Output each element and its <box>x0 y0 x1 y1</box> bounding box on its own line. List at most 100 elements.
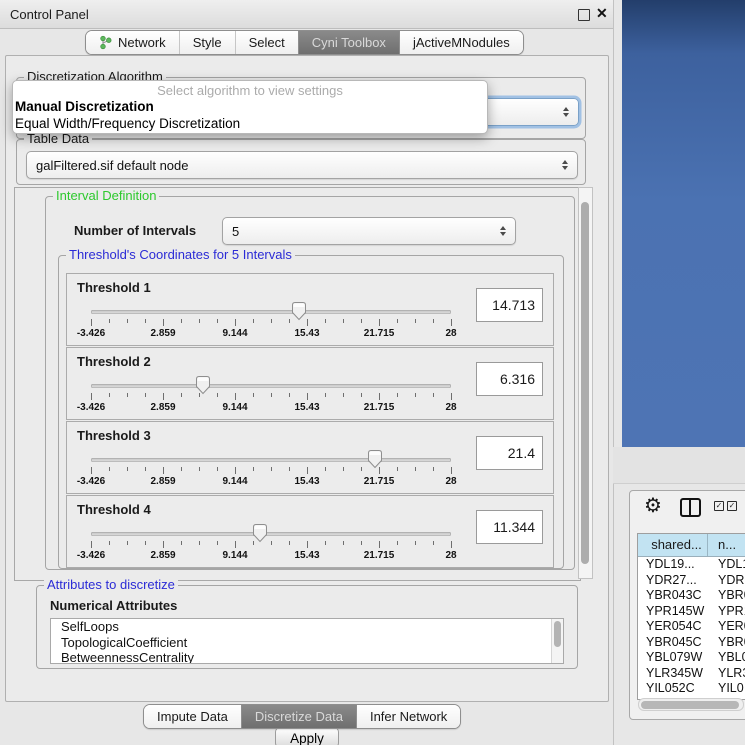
split-columns-icon[interactable] <box>680 498 701 517</box>
table-row[interactable]: YDR27...YDR2 <box>638 573 745 589</box>
checkbox-icon[interactable]: ✓ <box>714 501 724 511</box>
slider-tick <box>433 393 434 397</box>
table-row[interactable]: YBR045CYBR0 <box>638 635 745 651</box>
algorithm-option-manual-discretization[interactable]: Manual Discretization <box>13 99 487 116</box>
slider-tick <box>91 393 92 400</box>
interval-scrollpane: Interval Definition Number of Intervals … <box>14 187 581 581</box>
attribute-item-topologicalcoefficient[interactable]: TopologicalCoefficient <box>51 635 563 651</box>
threshold-value-field[interactable]: 11.344 <box>476 510 543 544</box>
table-row[interactable]: YPR145WYPR1 <box>638 604 745 620</box>
table-row[interactable]: YDL19...YDL1 <box>638 557 745 573</box>
cell-shared-name[interactable]: YBR043C <box>638 588 708 604</box>
cell-shared-name[interactable]: YDL19... <box>638 557 708 573</box>
table-header-row: shared... n... <box>638 534 745 557</box>
slider-handle[interactable] <box>252 523 268 546</box>
tab-cyni-toolbox[interactable]: Cyni Toolbox <box>298 31 399 54</box>
tab-network[interactable]: Network <box>86 31 179 54</box>
slider-tick <box>307 319 308 326</box>
table-row[interactable]: YER054CYER0 <box>638 619 745 635</box>
table-row[interactable]: YIL052CYIL0 <box>638 681 745 697</box>
cell-shared-name[interactable]: YPR145W <box>638 604 708 620</box>
cell-name[interactable]: YBR0 <box>708 635 745 651</box>
cell-name[interactable]: YLR3 <box>708 666 745 682</box>
cell-name[interactable]: YPR1 <box>708 604 745 620</box>
column-header-name[interactable]: n... <box>708 534 745 556</box>
close-icon[interactable]: ✕ <box>596 5 608 22</box>
slider-tick-label: -3.426 <box>77 328 105 339</box>
cell-name[interactable]: YBL0 <box>708 650 745 666</box>
numerical-attributes-label: Numerical Attributes <box>50 598 177 613</box>
interval-vertical-scrollbar[interactable] <box>578 187 593 579</box>
checkbox-icon[interactable]: ✓ <box>727 501 737 511</box>
tab-infer-network[interactable]: Infer Network <box>356 705 460 728</box>
table-row[interactable]: YBR043CYBR0 <box>638 588 745 604</box>
slider-tick <box>361 541 362 545</box>
threshold-value-field[interactable]: 6.316 <box>476 362 543 396</box>
number-of-intervals-combobox[interactable]: 5 <box>222 217 516 245</box>
slider-tick <box>127 319 128 323</box>
slider-tick <box>181 541 182 545</box>
slider-track[interactable] <box>91 458 451 462</box>
tab-jactivemnodules[interactable]: jActiveMNodules <box>399 31 523 54</box>
tab-impute-data[interactable]: Impute Data <box>144 705 241 728</box>
table-row[interactable]: YLR345WYLR3 <box>638 666 745 682</box>
slider-tick-label: -3.426 <box>77 402 105 413</box>
scrollbar-thumb[interactable] <box>554 621 561 647</box>
slider-tick <box>451 319 452 326</box>
cell-shared-name[interactable]: YDR27... <box>638 573 708 589</box>
slider-tick-label: 21.715 <box>364 328 395 339</box>
threshold-panel-2: Threshold 2-3.4262.8599.14415.4321.71528… <box>66 347 554 420</box>
attribute-item-betweennesscentrality[interactable]: BetweennessCentrality <box>51 650 563 664</box>
cell-name[interactable]: YBR0 <box>708 588 745 604</box>
slider-tick <box>307 393 308 400</box>
gear-icon[interactable]: ⚙ <box>644 493 662 518</box>
combo-stepper-icon <box>557 160 577 170</box>
cell-shared-name[interactable]: YBL079W <box>638 650 708 666</box>
slider-handle[interactable] <box>291 301 307 324</box>
cell-name[interactable]: YER0 <box>708 619 745 635</box>
slider-tick <box>145 319 146 323</box>
attributes-group: Attributes to discretize Numerical Attri… <box>36 585 578 669</box>
table-horizontal-scrollbar[interactable] <box>638 698 744 711</box>
control-panel-window: Control Panel ✕ NetworkStyleSelectCyni T… <box>0 0 614 745</box>
cell-shared-name[interactable]: YIL052C <box>638 681 708 697</box>
scrollbar-thumb[interactable] <box>641 701 739 709</box>
slider-tick <box>217 319 218 323</box>
numerical-attributes-list[interactable]: SelfLoopsTopologicalCoefficientBetweenne… <box>50 618 564 664</box>
slider-tick <box>325 393 326 397</box>
attribute-item-selfloops[interactable]: SelfLoops <box>51 619 563 635</box>
algorithm-option-equal-width-frequency-discretization[interactable]: Equal Width/Frequency Discretization <box>13 116 487 133</box>
control-panel-titlebar: Control Panel ✕ <box>0 0 613 29</box>
tab-select[interactable]: Select <box>235 31 298 54</box>
slider-track[interactable] <box>91 384 451 388</box>
slider-track[interactable] <box>91 310 451 314</box>
slider-tick <box>181 319 182 323</box>
slider-track[interactable] <box>91 532 451 536</box>
threshold-label: Threshold 4 <box>77 502 151 517</box>
slider-tick <box>163 541 164 548</box>
column-header-shared-name[interactable]: shared... <box>638 534 708 556</box>
cell-shared-name[interactable]: YER054C <box>638 619 708 635</box>
threshold-value-field[interactable]: 21.4 <box>476 436 543 470</box>
cell-name[interactable]: YDR2 <box>708 573 745 589</box>
cell-name[interactable]: YDL1 <box>708 557 745 573</box>
slider-handle[interactable] <box>367 449 383 472</box>
tab-label: Infer Network <box>370 709 447 724</box>
attributes-list-scrollbar[interactable] <box>551 619 563 663</box>
slider-tick <box>451 393 452 400</box>
float-window-icon[interactable] <box>578 9 590 21</box>
threshold-value-field[interactable]: 14.713 <box>476 288 543 322</box>
slider-tick-label: -3.426 <box>77 476 105 487</box>
cell-shared-name[interactable]: YBR045C <box>638 635 708 651</box>
slider-handle[interactable] <box>195 375 211 398</box>
scrollbar-thumb[interactable] <box>581 202 589 564</box>
cell-shared-name[interactable]: YLR345W <box>638 666 708 682</box>
apply-button[interactable]: Apply <box>275 727 339 745</box>
tab-discretize-data[interactable]: Discretize Data <box>241 705 356 728</box>
cell-name[interactable]: YIL0 <box>708 681 745 697</box>
table-row[interactable]: YBL079WYBL0 <box>638 650 745 666</box>
table-data-combobox[interactable]: galFiltered.sif default node <box>26 151 578 179</box>
slider-tick-label: 2.859 <box>150 476 175 487</box>
slider-tick <box>235 319 236 326</box>
tab-style[interactable]: Style <box>179 31 235 54</box>
